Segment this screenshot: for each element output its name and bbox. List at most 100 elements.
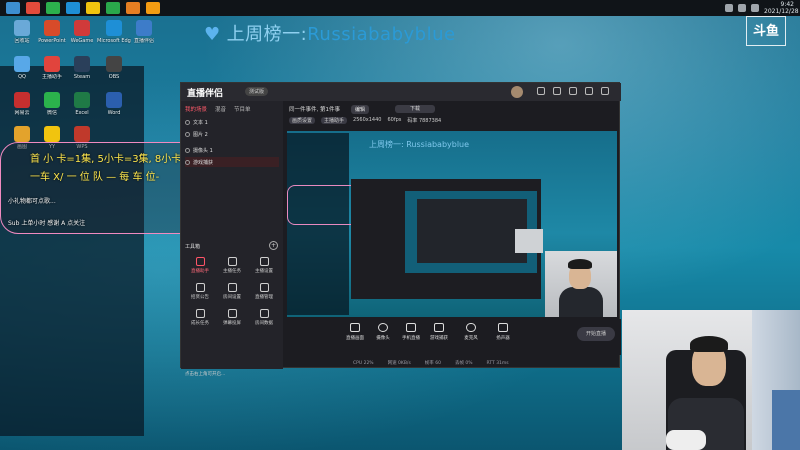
headline-prefix: 上周榜一: <box>226 24 308 45</box>
scene-tabs: 我的场景 混音 节目单 <box>185 105 251 113</box>
scene-item[interactable]: 摄像头 1 <box>185 145 279 155</box>
desktop-icon[interactable]: 微信 <box>36 92 68 116</box>
edge-icon[interactable] <box>66 2 80 14</box>
desktop-icon[interactable]: 主播助手 <box>36 56 68 80</box>
app-shortcut-icon <box>106 92 122 108</box>
wechat-icon[interactable] <box>46 2 60 14</box>
camera-button[interactable]: 摄像头 <box>369 323 397 341</box>
desktop-icon[interactable]: PowerPoint <box>36 20 68 44</box>
desktop-icon[interactable]: Word <box>98 92 130 116</box>
settings-icon[interactable] <box>553 87 561 95</box>
maximize-icon[interactable] <box>585 87 593 95</box>
tab-mixer[interactable]: 混音 <box>215 105 226 113</box>
visibility-icon[interactable] <box>185 131 190 137</box>
tool-live-manage[interactable]: 直播管理 <box>249 283 279 300</box>
tool-recruit[interactable]: 招贤公告 <box>185 283 215 300</box>
gaming-icon[interactable] <box>146 2 160 14</box>
folder-icon[interactable] <box>86 2 100 14</box>
app-shortcut-icon <box>106 20 122 36</box>
tool-anchor-settings[interactable]: 主播设置 <box>249 257 279 274</box>
preview-nested-webcam <box>515 229 543 253</box>
download-icon <box>227 283 237 292</box>
speaker-icon <box>498 323 508 332</box>
scene-panel: 我的场景 混音 节目单 文本 1 图片 2 摄像头 1 游戏捕获 工具箱 + 直… <box>181 101 283 377</box>
tool-live-assistant[interactable]: 直播助手 <box>185 257 215 274</box>
play-icon <box>434 323 444 332</box>
desktop-icon[interactable]: 回收站 <box>6 20 38 44</box>
desktop-icon[interactable]: Excel <box>66 92 98 116</box>
game-capture-button[interactable]: 游戏捕获 <box>425 323 453 341</box>
clock[interactable]: 9:42 2021/12/28 <box>764 1 799 15</box>
avatar[interactable] <box>511 86 523 98</box>
microphone-icon <box>466 323 476 332</box>
monitor-icon <box>350 323 360 332</box>
visibility-icon[interactable] <box>185 159 190 165</box>
close-icon[interactable] <box>601 87 609 95</box>
start-icon[interactable] <box>6 2 20 14</box>
preview-webcam <box>545 251 617 317</box>
network-icon[interactable] <box>738 4 746 12</box>
scene-item[interactable]: 图片 2 <box>185 129 279 139</box>
desktop-icon-label: Excel <box>75 110 89 116</box>
desktop-icon[interactable]: Steam <box>66 56 98 80</box>
screen-capture-button[interactable]: 直播画面 <box>341 323 369 341</box>
tool-growth[interactable]: 成长任务 <box>185 309 215 326</box>
desktop-icon-label: OBS <box>108 74 120 80</box>
bitrate-value: 码率 7887384 <box>407 118 442 124</box>
desktop-icon[interactable]: 网易云 <box>6 92 38 116</box>
desktop-icon-label: 回收站 <box>14 38 30 44</box>
app-shortcut-icon <box>44 126 60 142</box>
visibility-icon[interactable] <box>185 147 190 153</box>
stream-preview[interactable]: 上周榜一: Russiababyblue <box>287 131 617 317</box>
app-shortcut-icon <box>14 126 30 142</box>
tab-program[interactable]: 节目单 <box>234 105 251 113</box>
room-title[interactable]: 同一件事件, 第1件事 <box>289 105 340 113</box>
microphone <box>666 430 706 450</box>
tool-anchor-task[interactable]: 主播任务 <box>217 257 247 274</box>
app-shortcut-icon <box>74 56 90 72</box>
framerate-status: 帧率 60 <box>424 361 441 366</box>
quality-settings-button[interactable]: 画质设置 <box>289 117 316 124</box>
scene-item-selected[interactable]: 游戏捕获 <box>185 157 279 167</box>
tool-room-settings[interactable]: 房间设置 <box>217 283 247 300</box>
download-field[interactable]: 下载 <box>395 105 435 113</box>
app-version-badge: 测试版 <box>245 87 269 96</box>
app-icon[interactable] <box>126 2 140 14</box>
visibility-icon[interactable] <box>185 119 190 125</box>
browser-icon[interactable] <box>26 2 40 14</box>
add-tool-icon[interactable]: + <box>269 241 278 250</box>
speaker-button[interactable]: 扬声器 <box>489 323 517 341</box>
network-status: 网速 0KB/s <box>387 361 411 366</box>
tool-room-data[interactable]: 房间数据 <box>249 309 279 326</box>
start-live-button[interactable]: 开始直播 <box>577 327 615 341</box>
volume-icon[interactable] <box>725 4 733 12</box>
app-shortcut-icon <box>44 56 60 72</box>
desktop-icon[interactable]: 直播伴侣 <box>128 20 160 44</box>
stream-info-row: 画质设置 主播助手 2560x1440 60fps 码率 7887384 <box>289 117 441 124</box>
scene-item[interactable]: 文本 1 <box>185 117 279 127</box>
ime-icon[interactable] <box>751 4 759 12</box>
preview-app-window <box>351 179 541 299</box>
bottom-tip[interactable]: 点击右上角可开启... <box>185 371 225 377</box>
desktop-icon[interactable]: QQ <box>6 56 38 80</box>
preview-headline: 上周榜一: Russiababyblue <box>369 140 470 149</box>
minimize-icon[interactable] <box>569 87 577 95</box>
scene-label: 图片 2 <box>193 131 208 138</box>
edit-title-button[interactable]: 编辑 <box>351 105 370 114</box>
chat-icon[interactable] <box>106 2 120 14</box>
tool-danmu[interactable]: 弹幕投屏 <box>217 309 247 326</box>
message-icon[interactable] <box>537 87 545 95</box>
desktop-icon-label: 直播伴侣 <box>133 38 154 44</box>
chart-icon <box>259 283 269 292</box>
desktop-icon[interactable]: WeGame <box>66 20 98 44</box>
tab-scenes[interactable]: 我的场景 <box>185 105 207 113</box>
app-shortcut-icon <box>136 20 152 36</box>
anchor-helper-button[interactable]: 主播助手 <box>321 117 348 124</box>
preview-nested-app <box>417 199 527 263</box>
desktop-icon[interactable]: Microsoft Edge <box>97 20 131 44</box>
phone-live-button[interactable]: 手机直播 <box>397 323 425 341</box>
callout-ribbon-1: 小礼物都可点歌... <box>8 198 56 205</box>
desktop-icon[interactable]: OBS <box>98 56 130 80</box>
microphone-button[interactable]: 麦克风 <box>457 323 485 341</box>
danmu-icon <box>227 309 237 318</box>
